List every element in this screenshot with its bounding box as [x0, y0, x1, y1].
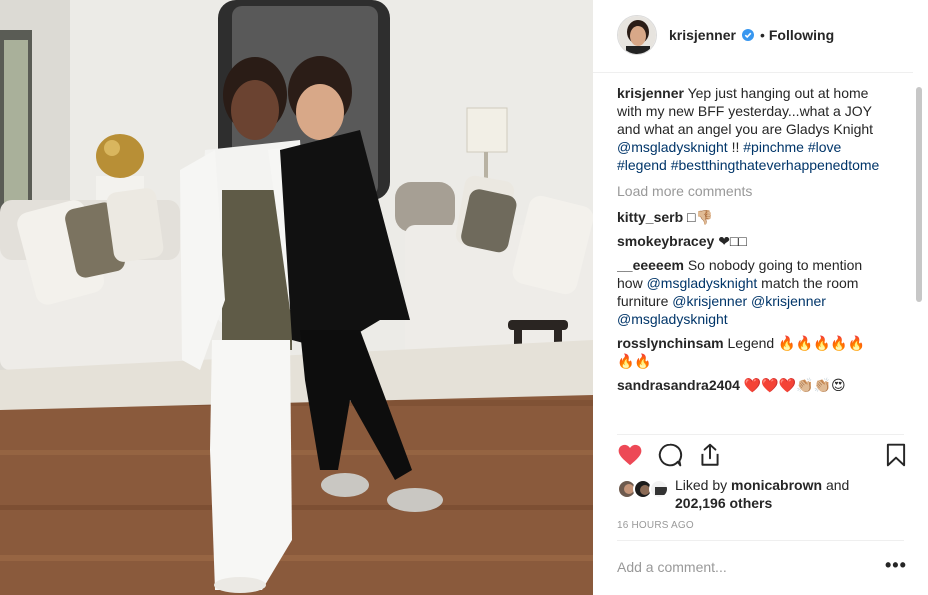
comment-mention[interactable]: @krisjenner — [672, 293, 747, 309]
comment-username[interactable]: sandrasandra2404 — [617, 377, 740, 393]
post-header: krisjenner • Following — [593, 0, 928, 70]
comments-list[interactable]: krisjenner Yep just hanging out at home … — [617, 84, 892, 434]
comments-scrollbar[interactable] — [915, 73, 923, 433]
hashtag-link[interactable]: #bestthingthateverhappenedtome — [671, 157, 880, 173]
liked-heart-icon[interactable] — [617, 442, 643, 468]
hashtag-link[interactable]: #legend — [617, 157, 667, 173]
scrollbar-thumb[interactable] — [916, 87, 922, 302]
verified-badge-icon — [741, 29, 754, 41]
header-separator: • — [759, 27, 765, 43]
comment-username[interactable]: kitty_serb — [617, 209, 683, 225]
post-caption: krisjenner Yep just hanging out at home … — [617, 84, 892, 174]
comment-mention[interactable]: @msgladysknight — [617, 311, 728, 327]
caption-text-2: !! — [731, 139, 740, 155]
add-comment-input[interactable] — [617, 552, 857, 582]
more-options-icon[interactable]: ••• — [885, 556, 907, 574]
comment-text: ❤□□ — [718, 233, 747, 249]
caption-username[interactable]: krisjenner — [617, 85, 684, 101]
post-details-panel: krisjenner • Following krisjenner Yep ju… — [593, 0, 928, 595]
actions-divider — [617, 434, 904, 435]
comment-mention[interactable]: @msgladysknight — [647, 275, 758, 291]
post-actions-bar — [617, 442, 911, 470]
likes-summary: Liked by monicabrown and 202,196 others — [617, 476, 907, 512]
likes-prefix: Liked by — [675, 477, 728, 493]
photo-of-two-women-in-living-room — [0, 0, 593, 595]
hashtag-link[interactable]: #love — [808, 139, 841, 155]
save-bookmark-icon[interactable] — [883, 442, 909, 468]
liker-username[interactable]: monicabrown — [731, 477, 822, 493]
header-divider — [593, 72, 913, 73]
comment-item: kitty_serb □👎🏼 — [617, 208, 892, 226]
hashtag-link[interactable]: #pinchme — [743, 139, 804, 155]
author-username[interactable]: krisjenner — [669, 27, 736, 43]
likes-count[interactable]: 202,196 others — [675, 495, 772, 511]
comment-username[interactable]: __eeeeem — [617, 257, 684, 273]
comment-bubble-icon[interactable] — [657, 442, 683, 468]
comment-text: ❤️❤️❤️👏🏼👏🏼😍 — [743, 377, 846, 393]
liker-avatar — [649, 479, 669, 499]
likes-text: Liked by monicabrown and 202,196 others — [675, 476, 849, 512]
comment-username[interactable]: smokeybracey — [617, 233, 714, 249]
author-avatar[interactable] — [617, 15, 657, 55]
comment-input-divider — [617, 540, 904, 541]
share-icon[interactable] — [697, 442, 723, 468]
following-button[interactable]: Following — [769, 27, 834, 43]
comment-item: sandrasandra2404 ❤️❤️❤️👏🏼👏🏼😍 — [617, 376, 892, 394]
comment-item: rosslynchinsam Legend 🔥🔥🔥🔥🔥🔥🔥 — [617, 334, 892, 370]
comment-mention[interactable]: @krisjenner — [751, 293, 826, 309]
comment-item: smokeybracey ❤□□ — [617, 232, 892, 250]
caption-mention[interactable]: @msgladysknight — [617, 139, 728, 155]
load-more-comments-link[interactable]: Load more comments — [617, 182, 892, 200]
post-timestamp[interactable]: 16 HOURS AGO — [617, 520, 694, 531]
likes-and: and — [825, 477, 850, 493]
comment-item: __eeeeem So nobody going to mention how … — [617, 256, 892, 328]
comment-text: □👎🏼 — [687, 209, 713, 225]
comment-username[interactable]: rosslynchinsam — [617, 335, 724, 351]
liker-avatars[interactable] — [617, 476, 671, 499]
post-photo[interactable] — [0, 0, 593, 595]
author-avatar-image — [618, 16, 656, 54]
